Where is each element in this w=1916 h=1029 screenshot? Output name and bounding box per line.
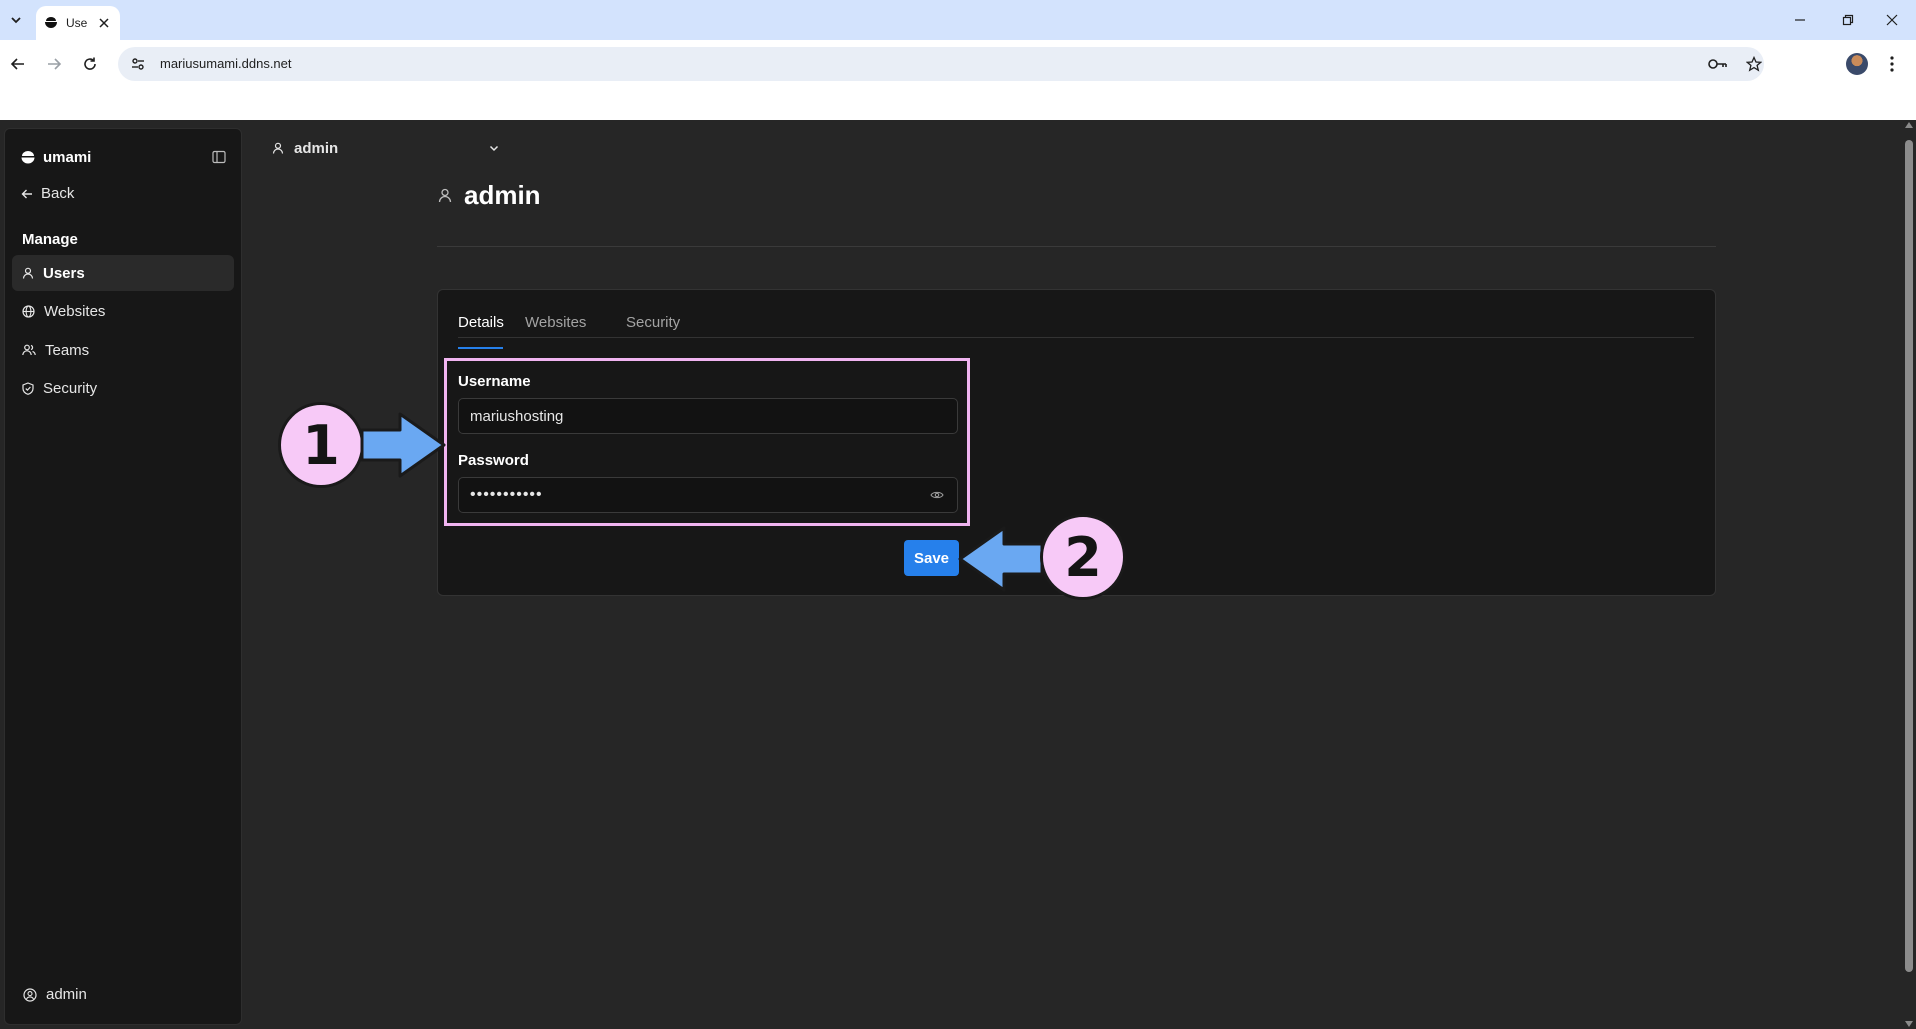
user-icon xyxy=(438,188,452,203)
sidebar-item-websites[interactable]: Websites xyxy=(12,293,234,329)
tab-security[interactable]: Security xyxy=(626,314,680,339)
user-selector-label: admin xyxy=(294,139,339,157)
chevron-down-icon xyxy=(489,145,499,152)
user-circle-icon xyxy=(23,987,37,1002)
header-divider xyxy=(437,246,1716,247)
step-2-badge: 2 xyxy=(1040,514,1126,600)
sidebar: umami Back Manage Users Websites Teams S… xyxy=(4,128,242,1025)
tab-details[interactable]: Details xyxy=(458,314,504,349)
globe-icon xyxy=(22,304,35,318)
minimize-button[interactable] xyxy=(1788,8,1812,32)
close-icon xyxy=(1886,14,1898,26)
section-title-manage: Manage xyxy=(22,231,78,248)
step-1-badge: 1 xyxy=(278,402,364,488)
brand-name: umami xyxy=(43,149,92,166)
user-selector-dropdown[interactable]: admin xyxy=(272,136,500,160)
close-icon xyxy=(99,18,109,28)
reload-button[interactable] xyxy=(76,50,104,78)
more-vertical-icon xyxy=(1890,56,1894,72)
umami-favicon-icon xyxy=(45,17,57,28)
browser-tab[interactable]: Use xyxy=(36,6,120,40)
browser-menu-button[interactable] xyxy=(1880,52,1904,76)
tab-label: Websites xyxy=(525,314,587,331)
step-2-number: 2 xyxy=(1064,525,1102,589)
eye-icon xyxy=(930,491,944,499)
back-link[interactable]: Back xyxy=(21,185,74,202)
password-label: Password xyxy=(458,452,529,469)
user-icon xyxy=(272,142,284,154)
save-button[interactable]: Save xyxy=(904,540,959,576)
site-info-button[interactable] xyxy=(128,54,148,74)
tab-title: Use xyxy=(66,16,88,30)
app-viewport: umami Back Manage Users Websites Teams S… xyxy=(0,120,1916,1029)
password-key-button[interactable] xyxy=(1708,54,1728,74)
reload-icon xyxy=(84,57,96,70)
tab-websites[interactable]: Websites xyxy=(525,314,586,339)
arrow-right-annotation-icon xyxy=(360,412,446,478)
sidebar-item-label: Websites xyxy=(44,302,106,320)
address-bar[interactable]: mariusumami.ddns.net xyxy=(118,47,1764,81)
umami-logo-icon xyxy=(21,151,35,164)
active-tab-indicator xyxy=(458,347,503,349)
back-label: Back xyxy=(41,185,75,202)
sidebar-item-label: Security xyxy=(43,379,98,397)
sidebar-item-label: Teams xyxy=(45,341,90,359)
tab-label: Details xyxy=(458,314,504,331)
sidebar-item-users[interactable]: Users xyxy=(12,255,234,291)
page-header: admin xyxy=(438,180,541,211)
page-title: admin xyxy=(464,180,541,210)
tab-label: Security xyxy=(626,314,681,331)
sidebar-user-name: admin xyxy=(46,986,87,1003)
user-icon xyxy=(22,267,34,279)
scroll-up-arrow-icon[interactable] xyxy=(1905,122,1913,128)
arrow-left-icon xyxy=(10,58,24,70)
back-nav-button[interactable] xyxy=(4,50,32,78)
minimize-icon xyxy=(1795,19,1805,21)
browser-toolbar: mariusumami.ddns.net xyxy=(0,40,1916,120)
arrow-left-icon xyxy=(21,189,32,198)
brand[interactable]: umami xyxy=(21,149,91,166)
password-input[interactable] xyxy=(458,477,958,513)
profile-avatar[interactable] xyxy=(1846,53,1868,75)
tab-bar: Details Websites Security xyxy=(458,314,1694,349)
browser-tab-strip: Use xyxy=(0,0,1916,40)
scrollbar-thumb[interactable] xyxy=(1905,140,1913,972)
page-scrollbar[interactable] xyxy=(1902,120,1916,1029)
shield-icon xyxy=(22,381,34,395)
forward-nav-button[interactable] xyxy=(40,50,68,78)
step-1-number: 1 xyxy=(302,413,340,477)
collapse-sidebar-button[interactable] xyxy=(211,149,227,165)
sidebar-toggle-icon xyxy=(212,150,226,164)
chevron-down-icon xyxy=(11,17,21,24)
restore-button[interactable] xyxy=(1836,8,1860,32)
sidebar-item-teams[interactable]: Teams xyxy=(12,332,234,368)
sidebar-item-security[interactable]: Security xyxy=(12,370,234,406)
sidebar-item-label: Users xyxy=(43,264,85,282)
tune-icon xyxy=(132,58,144,70)
star-icon xyxy=(1746,56,1762,72)
bookmark-star-button[interactable] xyxy=(1744,54,1764,74)
users-icon xyxy=(22,344,36,356)
url-text[interactable]: mariusumami.ddns.net xyxy=(160,56,292,71)
username-label: Username xyxy=(458,373,531,390)
username-input[interactable] xyxy=(458,398,958,434)
key-icon xyxy=(1708,59,1727,69)
close-window-button[interactable] xyxy=(1880,8,1904,32)
sidebar-user-menu[interactable]: admin xyxy=(23,986,87,1003)
restore-icon xyxy=(1842,14,1854,26)
scroll-down-arrow-icon[interactable] xyxy=(1905,1021,1913,1027)
tab-search-button[interactable] xyxy=(4,8,28,32)
arrow-right-icon xyxy=(48,58,62,70)
toggle-password-visibility-button[interactable] xyxy=(928,486,946,504)
close-tab-button[interactable] xyxy=(96,15,112,31)
